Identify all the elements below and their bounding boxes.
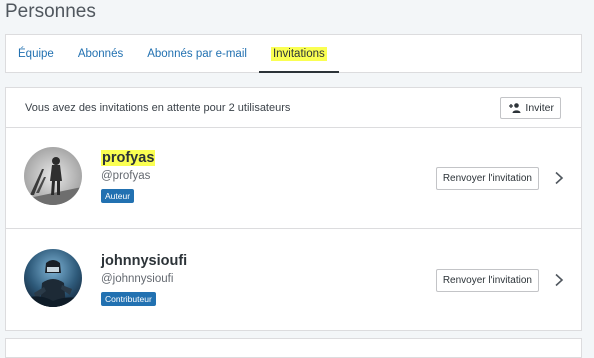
next-panel xyxy=(5,338,582,358)
role-badge: Auteur xyxy=(101,189,135,203)
person-add-icon xyxy=(509,102,521,113)
avatar xyxy=(24,147,82,205)
user-name: johnnysioufi xyxy=(101,253,188,269)
resend-invitation-button[interactable]: Renvoyer l'invitation xyxy=(435,269,539,292)
tab-label: Abonnés xyxy=(77,47,124,60)
user-info: johnnysioufi @johnnysioufi Contributeur xyxy=(101,252,187,307)
tab-label: Équipe xyxy=(18,47,54,60)
invite-button[interactable]: Inviter xyxy=(500,96,561,119)
invitations-panel: Vous avez des invitations en attente pou… xyxy=(5,87,582,331)
pending-summary: Vous avez des invitations en attente pou… xyxy=(25,101,291,114)
user-handle: @johnnysioufi xyxy=(101,273,174,285)
invite-button-label: Inviter xyxy=(525,101,554,114)
invitation-row[interactable]: profyas @profyas Auteur Renvoyer l'invit… xyxy=(6,129,581,229)
role-badge: Contributeur xyxy=(101,292,156,306)
invitation-row[interactable]: johnnysioufi @johnnysioufi Contributeur … xyxy=(6,230,581,330)
tab-label: Invitations xyxy=(270,46,327,61)
tab-abonnes[interactable]: Abonnés xyxy=(66,35,135,72)
page-title: Personnes xyxy=(5,1,96,22)
user-info: profyas @profyas Auteur xyxy=(101,149,156,204)
section-tabs: Équipe Abonnés Abonnés par e-mail Invita… xyxy=(5,34,582,73)
avatar xyxy=(24,249,82,307)
tab-abonnes-email[interactable]: Abonnés par e-mail xyxy=(135,35,259,72)
user-name: profyas xyxy=(101,150,156,166)
resend-invitation-button[interactable]: Renvoyer l'invitation xyxy=(435,167,539,190)
chevron-right-icon[interactable] xyxy=(553,171,565,185)
tab-equipe[interactable]: Équipe xyxy=(6,35,66,72)
chevron-right-icon[interactable] xyxy=(553,273,565,287)
invitations-header: Vous avez des invitations en attente pou… xyxy=(6,88,581,128)
tab-invitations[interactable]: Invitations xyxy=(258,35,339,73)
user-handle: @profyas xyxy=(101,170,151,182)
tab-label: Abonnés par e-mail xyxy=(147,47,247,60)
